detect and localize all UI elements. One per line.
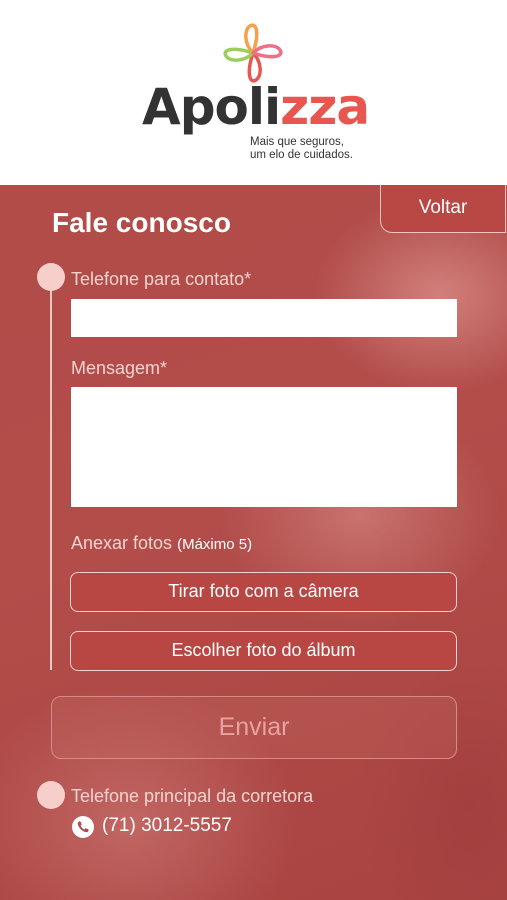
phone-icon bbox=[72, 816, 94, 838]
send-button[interactable]: Enviar bbox=[51, 696, 457, 759]
attach-photos-label: Anexar fotos (Máximo 5) bbox=[71, 533, 252, 554]
logo-symbol-icon bbox=[223, 23, 283, 83]
attach-limit-note: (Máximo 5) bbox=[177, 536, 253, 553]
brand-name-accent: zza bbox=[280, 78, 370, 136]
take-photo-button[interactable]: Tirar foto com a câmera bbox=[70, 572, 457, 612]
tagline-line-1: Mais que seguros, bbox=[250, 136, 344, 148]
timeline-dot bbox=[37, 263, 65, 291]
contact-panel: Fale conosco Voltar Telefone para contat… bbox=[0, 185, 507, 900]
back-button[interactable]: Voltar bbox=[380, 185, 506, 233]
choose-album-photo-button[interactable]: Escolher foto do álbum bbox=[70, 631, 457, 671]
attach-label-text: Anexar fotos bbox=[71, 533, 173, 553]
brand-tagline: Mais que seguros, um elo de cuidados. bbox=[250, 136, 353, 162]
brand-name: Apoli bbox=[142, 78, 281, 136]
broker-phone-number[interactable]: (71) 3012-5557 bbox=[102, 815, 232, 837]
page-title: Fale conosco bbox=[52, 207, 231, 238]
phone-label: Telefone para contato* bbox=[71, 269, 252, 289]
brand-logo: Apolizza bbox=[142, 78, 370, 136]
timeline-line bbox=[50, 280, 52, 670]
timeline-dot bbox=[37, 781, 65, 809]
broker-phone-label: Telefone principal da corretora bbox=[71, 786, 314, 806]
tagline-line-2: um elo de cuidados. bbox=[250, 149, 353, 161]
message-input[interactable] bbox=[71, 387, 457, 507]
app-header: Apolizza Mais que seguros, um elo de cui… bbox=[0, 0, 507, 185]
message-label: Mensagem* bbox=[71, 358, 168, 378]
phone-input[interactable] bbox=[71, 299, 457, 337]
